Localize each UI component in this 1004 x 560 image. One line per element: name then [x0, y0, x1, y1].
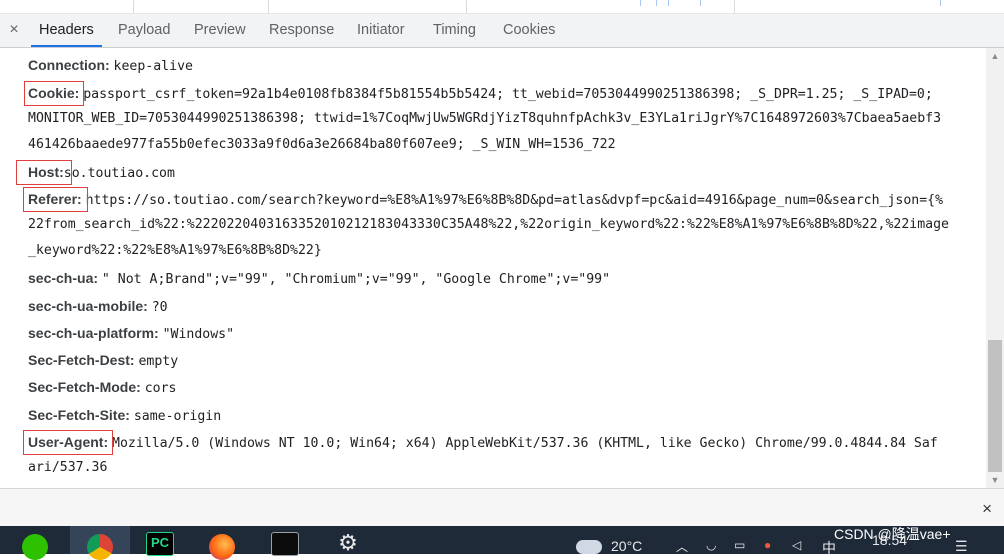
header-row-sec-fetch-site: Sec-Fetch-Site: same-origin: [28, 406, 221, 426]
header-row-sec-fetch-dest: Sec-Fetch-Dest: empty: [28, 351, 178, 371]
header-row-sec-fetch-mode: Sec-Fetch-Mode: cors: [28, 378, 176, 398]
chevron-up-icon[interactable]: ︿: [676, 538, 688, 555]
header-value-continuation: 461426baaede977fa55b0efec3033a9f0d6a3e26…: [28, 137, 616, 152]
qq-icon[interactable]: ●: [764, 538, 771, 552]
header-row-connection: Connection: keep-alive: [28, 56, 193, 76]
header-value: ?0: [151, 300, 168, 315]
header-value: cors: [144, 381, 177, 396]
header-row-sec-ch-ua: sec-ch-ua: " Not A;Brand";v="99", "Chrom…: [28, 269, 610, 289]
header-name: Connection:: [28, 57, 110, 73]
header-value: so.toutiao.com: [63, 166, 175, 181]
weather-temp: 20°C: [611, 538, 643, 554]
battery-icon[interactable]: ▭: [734, 538, 745, 552]
cookie-highlight-box: [24, 81, 84, 106]
weather-icon: [576, 540, 602, 554]
tab-timing[interactable]: Timing: [433, 14, 476, 47]
tab-preview[interactable]: Preview: [194, 14, 246, 47]
watermark: CSDN @降温vae+: [834, 526, 951, 542]
header-name: Sec-Fetch-Site:: [28, 407, 130, 423]
header-row-user-agent: User-Agent: Mozilla/5.0 (Windows NT 10.0…: [28, 433, 938, 453]
header-row-referer: Referer: https://so.toutiao.com/search?k…: [28, 190, 943, 210]
volume-icon[interactable]: ◁: [792, 538, 801, 552]
close-icon[interactable]: ×: [982, 499, 992, 519]
header-name: Sec-Fetch-Mode:: [28, 379, 141, 395]
wechat-icon[interactable]: [22, 534, 48, 560]
tab-response[interactable]: Response: [269, 14, 334, 47]
header-name: sec-ch-ua-mobile:: [28, 298, 148, 314]
header-value: empty: [138, 354, 179, 369]
header-name: Sec-Fetch-Dest:: [28, 352, 135, 368]
settings-icon[interactable]: ⚙: [335, 532, 361, 554]
notification-icon[interactable]: ☰: [955, 538, 968, 555]
drawer-bar: ×: [0, 488, 1004, 527]
host-highlight-box: [16, 160, 72, 185]
header-row-sec-ch-ua-mobile: sec-ch-ua-mobile: ?0: [28, 297, 168, 317]
scroll-down-icon[interactable]: ▼: [986, 472, 1004, 488]
header-value-continuation: MONITOR_WEB_ID=7053044990251386398; ttwi…: [28, 111, 942, 126]
referer-highlight-box: [23, 187, 88, 212]
header-value: " Not A;Brand";v="99", "Chromium";v="99"…: [101, 272, 611, 287]
header-value: same-origin: [133, 409, 222, 424]
scrollbar-thumb[interactable]: [988, 340, 1002, 472]
vertical-scrollbar[interactable]: ▲ ▼: [986, 48, 1004, 488]
header-value-continuation: ari/537.36: [28, 460, 108, 475]
header-value: "Windows": [162, 327, 235, 342]
firefox-icon[interactable]: [209, 534, 235, 560]
user-agent-highlight-box: [23, 430, 113, 455]
header-value-continuation: 22from_search_id%22:%2220220403163352010…: [28, 217, 949, 232]
chrome-icon[interactable]: [87, 534, 113, 560]
wifi-icon[interactable]: ◡: [706, 538, 716, 552]
waterfall-strip: [0, 0, 1004, 14]
header-value: Mozilla/5.0 (Windows NT 10.0; Win64; x64…: [112, 436, 938, 451]
header-value: https://so.toutiao.com/search?keyword=%E…: [85, 193, 944, 208]
request-headers-panel: Connection: keep-alive Cookie: passport_…: [0, 48, 986, 488]
header-row-sec-ch-ua-platform: sec-ch-ua-platform: "Windows": [28, 324, 234, 344]
tab-cookies[interactable]: Cookies: [503, 14, 555, 47]
header-value: passport_csrf_token=92a1b4e0108fb8384f5b…: [83, 87, 933, 102]
header-value-continuation: _keyword%22:%22%E8%A1%97%E6%8B%8D%22}: [28, 243, 322, 258]
tab-initiator[interactable]: Initiator: [357, 14, 405, 47]
pycharm-icon[interactable]: PC: [146, 532, 174, 556]
scroll-up-icon[interactable]: ▲: [986, 48, 1004, 64]
tab-payload[interactable]: Payload: [118, 14, 170, 47]
header-row-cookie: Cookie: passport_csrf_token=92a1b4e0108f…: [28, 84, 933, 104]
close-icon[interactable]: ×: [6, 20, 22, 40]
header-name: sec-ch-ua-platform:: [28, 325, 159, 341]
devtools-tab-bar: × Headers Payload Preview Response Initi…: [0, 14, 1004, 48]
tab-headers[interactable]: Headers: [31, 14, 102, 47]
terminal-icon[interactable]: [271, 532, 299, 556]
header-name: sec-ch-ua:: [28, 270, 99, 286]
header-value: keep-alive: [113, 59, 193, 74]
